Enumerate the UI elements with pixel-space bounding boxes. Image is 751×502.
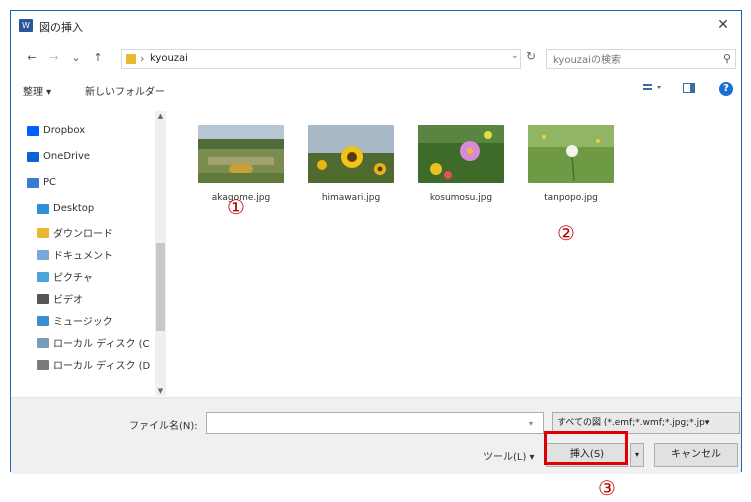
nav-item-label: PC — [43, 177, 57, 188]
help-icon[interactable]: ? — [719, 82, 733, 96]
bottom-panel: ファイル名(N): ▾ すべての図 (*.emf;*.wmf;*.jpg;*.j… — [11, 397, 741, 474]
command-toolbar: 整理 ▾ 新しいフォルダー ? — [11, 77, 741, 103]
up-arrow-icon[interactable]: ↑ — [91, 51, 105, 65]
file-name: himawari.jpg — [321, 193, 381, 203]
download-folder-icon — [37, 227, 49, 238]
scroll-up-icon[interactable]: ▲ — [155, 111, 166, 121]
annotation-marker-1: ① — [227, 195, 245, 219]
nav-scrollbar-thumb[interactable] — [156, 243, 165, 331]
organize-button[interactable]: 整理 ▾ — [23, 83, 51, 98]
annotation-marker-2: ② — [557, 221, 575, 245]
nav-item-label: ダウンロード — [53, 229, 113, 240]
file-item-himawari[interactable]: himawari.jpg — [301, 125, 401, 203]
file-item-tanpopo[interactable]: tanpopo.jpg — [521, 125, 621, 203]
nav-item-label: Desktop — [53, 203, 95, 214]
onedrive-icon — [27, 151, 39, 162]
drive-d-icon — [37, 359, 49, 370]
kosumosu-thumbnail — [418, 125, 504, 183]
preview-pane-icon[interactable] — [683, 82, 695, 97]
close-button[interactable]: ✕ — [711, 15, 735, 35]
chevron-right-icon: › — [140, 52, 145, 65]
forward-arrow-icon[interactable]: → — [47, 51, 61, 65]
akagome-thumbnail — [198, 125, 284, 183]
nav-item-dropbox[interactable]: Dropbox — [27, 125, 85, 143]
address-field[interactable]: › kyouzai — [121, 49, 521, 69]
filename-label: ファイル名(N): — [129, 421, 198, 432]
insert-button[interactable]: 挿入(S) — [546, 443, 628, 467]
music-icon — [37, 315, 49, 326]
nav-scrollbar[interactable]: ▲ ▼ — [155, 111, 166, 396]
search-input[interactable] — [551, 51, 715, 69]
insert-dropdown-icon[interactable]: ▾ — [630, 443, 644, 467]
nav-item-downloads[interactable]: ダウンロード — [37, 225, 113, 243]
nav-item-label: ローカル ディスク (D — [53, 361, 151, 372]
address-dropdown-icon[interactable]: ⌄ — [511, 51, 519, 61]
filename-input[interactable] — [206, 412, 544, 434]
nav-item-videos[interactable]: ビデオ — [37, 291, 83, 309]
nav-item-label: ドキュメント — [53, 251, 113, 262]
back-arrow-icon[interactable]: ← — [25, 51, 39, 65]
nav-item-label: ローカル ディスク (C — [53, 339, 150, 350]
file-name: kosumosu.jpg — [429, 193, 493, 203]
nav-item-label: ビデオ — [53, 295, 83, 306]
drive-c-icon — [37, 337, 49, 348]
desktop-icon — [37, 203, 49, 214]
nav-item-onedrive[interactable]: OneDrive — [27, 151, 90, 169]
view-options-icon[interactable] — [643, 82, 665, 97]
pc-icon — [27, 177, 39, 188]
annotation-marker-3: ③ — [598, 476, 616, 500]
window-title: 図の挿入 — [39, 21, 83, 34]
file-name: tanpopo.jpg — [544, 193, 598, 203]
nav-item-label: ミュージック — [53, 317, 113, 328]
navigation-pane: Dropbox OneDrive PC Desktop ダウンロード ドキュメン… — [11, 107, 166, 397]
file-list-area: akagome.jpg himawari.jpg kosumosu.jpg ta… — [171, 107, 741, 397]
himawari-thumbnail — [308, 125, 394, 183]
file-type-select[interactable]: すべての図 (*.emf;*.wmf;*.jpg;*.jp▾ — [552, 412, 740, 434]
filename-dropdown-icon[interactable]: ▾ — [529, 419, 533, 428]
nav-item-pictures[interactable]: ピクチャ — [37, 269, 93, 287]
nav-item-documents[interactable]: ドキュメント — [37, 247, 113, 265]
documents-icon — [37, 249, 49, 260]
address-path[interactable]: kyouzai — [150, 53, 188, 64]
file-item-akagome[interactable]: akagome.jpg — [191, 125, 291, 203]
nav-item-music[interactable]: ミュージック — [37, 313, 113, 331]
tools-button[interactable]: ツール(L) ▾ — [483, 448, 535, 463]
nav-item-label: OneDrive — [43, 151, 91, 162]
nav-item-pc[interactable]: PC — [27, 177, 56, 195]
new-folder-button[interactable]: 新しいフォルダー — [85, 83, 165, 98]
search-field[interactable]: ⚲ — [546, 49, 736, 69]
dropbox-icon — [27, 125, 39, 136]
nav-item-label: ピクチャ — [53, 273, 93, 284]
pictures-icon — [37, 271, 49, 282]
word-app-icon: W — [19, 19, 33, 32]
scroll-down-icon[interactable]: ▼ — [155, 386, 166, 396]
cancel-button[interactable]: キャンセル — [654, 443, 738, 467]
nav-item-drive-c[interactable]: ローカル ディスク (C — [37, 335, 150, 353]
recent-locations-icon[interactable]: ⌄ — [69, 51, 83, 65]
folder-icon — [126, 54, 136, 64]
nav-item-drive-d[interactable]: ローカル ディスク (D — [37, 357, 150, 375]
insert-picture-dialog: W 図の挿入 ✕ ← → ⌄ ↑ › kyouzai ⌄ ↻ ⚲ 整理 ▾ 新し… — [10, 10, 742, 474]
refresh-icon[interactable]: ↻ — [526, 49, 536, 63]
file-item-kosumosu[interactable]: kosumosu.jpg — [411, 125, 511, 203]
tanpopo-thumbnail — [528, 125, 614, 183]
nav-item-desktop[interactable]: Desktop — [37, 203, 94, 221]
search-icon[interactable]: ⚲ — [723, 52, 731, 65]
videos-icon — [37, 293, 49, 304]
nav-item-label: Dropbox — [43, 125, 86, 136]
title-bar: W 図の挿入 ✕ — [11, 11, 741, 41]
